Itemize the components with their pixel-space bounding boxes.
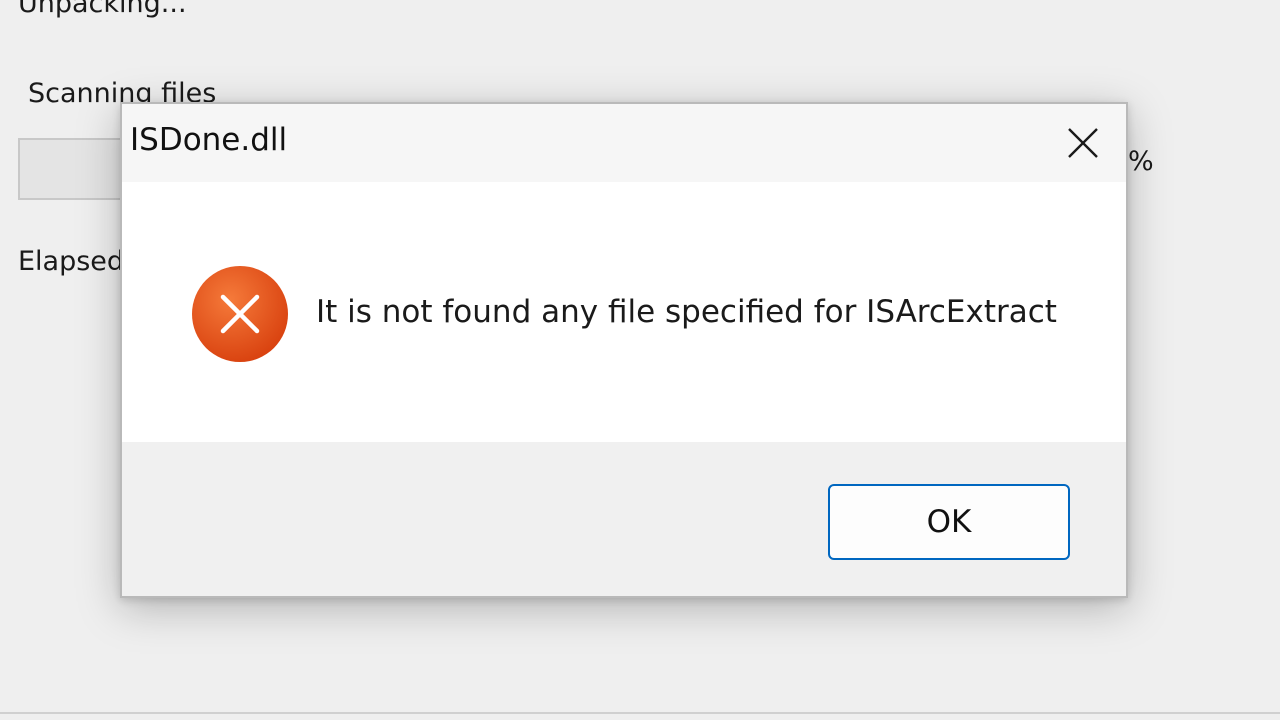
ok-button[interactable]: OK (828, 484, 1070, 560)
error-icon (192, 266, 288, 362)
error-dialog: ISDone.dll It is not found any file spec… (120, 102, 1128, 598)
installer-status-text: Unpacking... (18, 0, 187, 19)
dialog-title: ISDone.dll (130, 122, 288, 158)
divider (0, 712, 1280, 714)
dialog-body: It is not found any file specified for I… (122, 182, 1126, 442)
dialog-titlebar[interactable]: ISDone.dll (122, 104, 1126, 182)
close-button[interactable] (1052, 112, 1114, 174)
elapsed-label: Elapsed (18, 246, 125, 277)
percent-label: % (1128, 146, 1154, 177)
dialog-footer: OK (122, 442, 1126, 596)
close-icon (1068, 128, 1098, 158)
error-message: It is not found any file specified for I… (316, 294, 1057, 330)
